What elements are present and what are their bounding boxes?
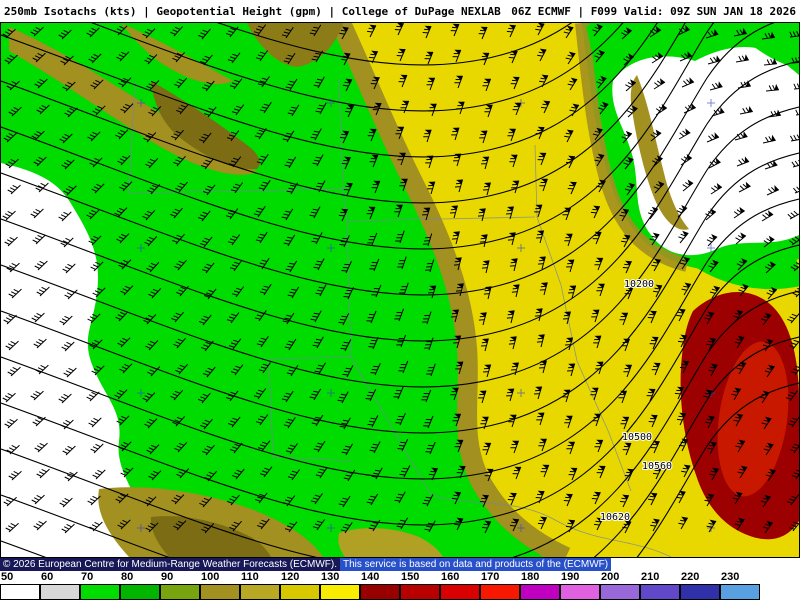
colorbar-cell: 200 — [600, 571, 640, 600]
colorbar-cell: 90 — [160, 571, 200, 600]
colorbar-cell: 180 — [520, 571, 560, 600]
colorbar-cell: 220 — [680, 571, 720, 600]
colorbar-cell: 80 — [120, 571, 160, 600]
isotach-map-canvas: 10200 10500 10560 10620 — [1, 23, 799, 557]
colorbar-cell: 150 — [400, 571, 440, 600]
colorbar-cell: 60 — [40, 571, 80, 600]
run-valid-time: 06Z ECMWF | F099 Valid: 09Z SUN JAN 18 2… — [511, 4, 796, 18]
contour-label-10500: 10500 — [622, 432, 652, 443]
colorbar-cell: 130 — [320, 571, 360, 600]
isotach-fill-regions — [1, 23, 799, 557]
colorbar-cell: 70 — [80, 571, 120, 600]
colorbar-cell: 190 — [560, 571, 600, 600]
contour-label-10620: 10620 — [600, 512, 630, 523]
colorbar-cell: 110 — [240, 571, 280, 600]
colorbar-cell: 50 — [0, 571, 40, 600]
colorbar-cell: 210 — [640, 571, 680, 600]
copyright-text: © 2026 European Centre for Medium-Range … — [0, 558, 340, 571]
colorbar-cell: 100 — [200, 571, 240, 600]
colorbar-cell: 160 — [440, 571, 480, 600]
isotach-color-scale: 50 60 70 80 90 100 110 120 130 140 150 160 170 180 190… — [0, 571, 800, 600]
title-bar: 250mb Isotachs (kts) | Geopotential Heig… — [0, 0, 800, 22]
contour-label-10200: 10200 — [624, 279, 654, 290]
service-notice-text: This service is based on data and produc… — [339, 558, 612, 571]
attribution-bar: © 2026 European Centre for Medium-Range … — [0, 558, 800, 571]
map-title: 250mb Isotachs (kts) | Geopotential Heig… — [4, 4, 501, 18]
contour-label-10560: 10560 — [642, 461, 672, 472]
colorbar-cell: 170 — [480, 571, 520, 600]
colorbar-cell: 140 — [360, 571, 400, 600]
weather-map: 10200 10500 10560 10620 — [0, 22, 800, 558]
colorbar-cell: 120 — [280, 571, 320, 600]
colorbar-cell: 230 — [720, 571, 760, 600]
